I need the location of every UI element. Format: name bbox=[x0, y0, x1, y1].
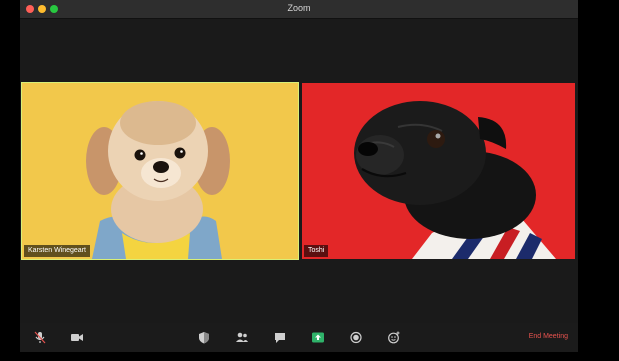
participants-icon[interactable] bbox=[235, 331, 249, 344]
participant-name-label: Karsten Winegeart bbox=[24, 245, 90, 257]
microphone-icon[interactable] bbox=[33, 331, 47, 344]
window-title: Zoom bbox=[287, 3, 311, 13]
record-icon[interactable] bbox=[349, 331, 363, 344]
share-screen-icon[interactable] bbox=[311, 331, 325, 344]
participant-video-tile[interactable]: Karsten Winegeart bbox=[21, 82, 299, 260]
participant-video-image bbox=[302, 83, 575, 259]
participant-video-image bbox=[22, 83, 298, 259]
participant-video-tile[interactable]: Toshi bbox=[302, 83, 575, 259]
security-shield-icon[interactable] bbox=[197, 331, 211, 344]
video-camera-icon[interactable] bbox=[70, 331, 84, 344]
title-bar: Zoom bbox=[20, 0, 578, 19]
gallery-view: Karsten Winegeart Toshi bbox=[20, 19, 578, 323]
chat-icon[interactable] bbox=[273, 331, 287, 344]
zoom-window: Zoom Karsten Winegeart Toshi End Meeting bbox=[20, 0, 578, 352]
meeting-controls-toolbar: End Meeting bbox=[20, 323, 578, 352]
reactions-icon[interactable] bbox=[387, 331, 401, 344]
end-meeting-button[interactable]: End Meeting bbox=[529, 333, 568, 340]
participant-name-label: Toshi bbox=[304, 245, 329, 257]
